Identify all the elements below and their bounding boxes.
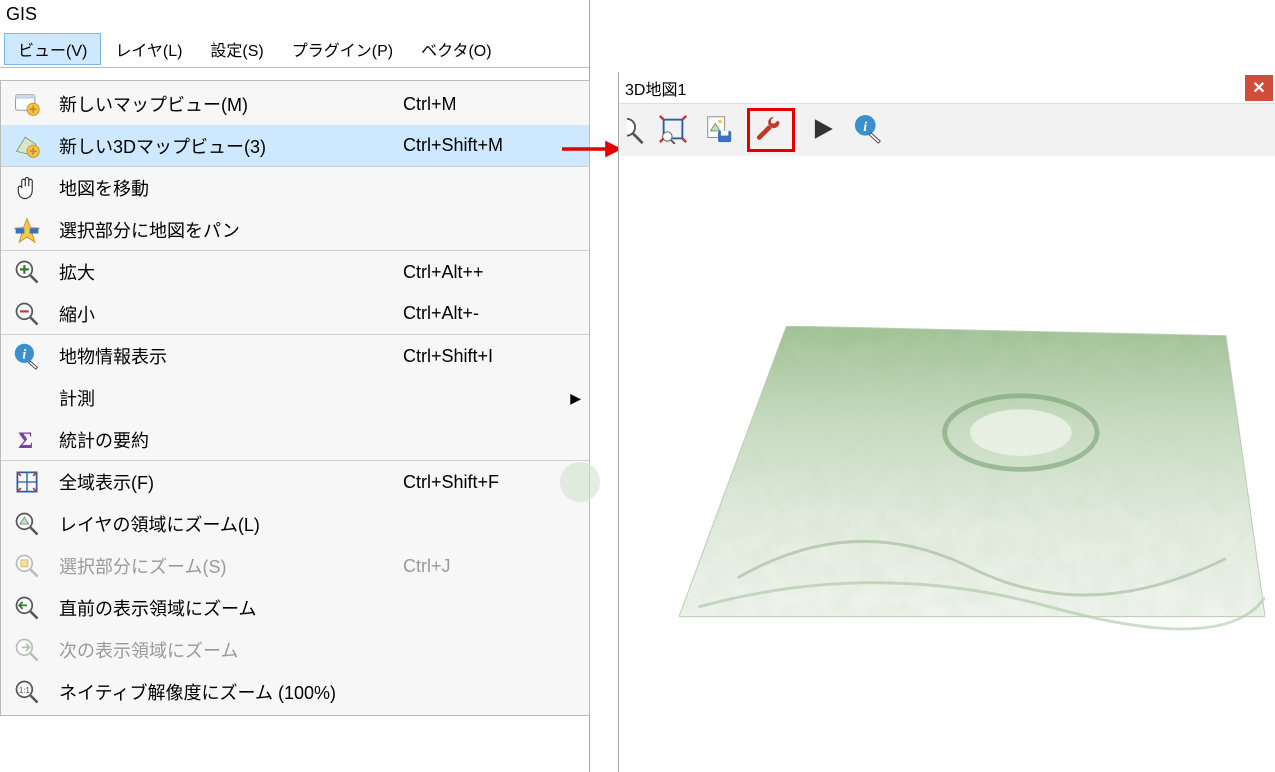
left-app-area: GIS ビュー(V) レイヤ(L) 設定(S) プラグイン(P) ベクタ(O) … — [0, 0, 590, 772]
dropdown-item: 選択部分にズーム(S)Ctrl+J — [1, 545, 589, 587]
fullscreen-icon — [658, 114, 688, 147]
dropdown-item[interactable]: 1:1 ネイティブ解像度にズーム (100%) — [1, 671, 589, 713]
dropdown-item[interactable]: 新しい3Dマップビュー(3)Ctrl+Shift+M — [1, 125, 589, 167]
zoom-native-icon: 1:1 — [9, 674, 45, 710]
dropdown-item-label: 次の表示領域にズーム — [59, 637, 403, 663]
menu-view[interactable]: ビュー(V) — [4, 33, 101, 65]
dropdown-item-shortcut: Ctrl+Shift+F — [403, 472, 563, 493]
dropdown-item-label: ネイティブ解像度にズーム (100%) — [59, 679, 403, 705]
panel-3d-header: 3D地図1 ✕ — [619, 72, 1275, 104]
dropdown-item-label: レイヤの領域にズーム(L) — [59, 511, 403, 537]
menubar: ビュー(V) レイヤ(L) 設定(S) プラグイン(P) ベクタ(O) — [0, 31, 589, 68]
zoom-tool-button[interactable] — [627, 112, 645, 148]
app-title: GIS — [0, 0, 589, 31]
svg-text:i: i — [22, 348, 26, 363]
dropdown-item-shortcut: Ctrl+J — [403, 556, 563, 577]
dropdown-item: 次の表示領域にズーム — [1, 629, 589, 671]
zoom-to-layer-icon — [9, 506, 45, 542]
submenu-arrow-icon: ▶ — [563, 390, 581, 407]
dropdown-item[interactable]: 全域表示(F)Ctrl+Shift+F — [1, 461, 589, 503]
svg-text:Σ: Σ — [18, 427, 33, 452]
dropdown-item-label: 縮小 — [59, 301, 403, 327]
panel-3d-map: 3D地図1 ✕ i — [618, 72, 1275, 772]
dropdown-item-shortcut: Ctrl+M — [403, 94, 563, 115]
identify-cursor-icon: i — [854, 114, 884, 147]
pan-icon — [9, 170, 45, 206]
new-3d-map-view-icon — [9, 128, 45, 164]
wrench-icon — [756, 114, 786, 147]
play-animation-button[interactable] — [805, 112, 841, 148]
zoom-last-icon — [9, 590, 45, 626]
identify-button[interactable]: i — [851, 112, 887, 148]
zoom-full-icon — [9, 464, 45, 500]
dropdown-item-shortcut: Ctrl+Shift+I — [403, 346, 563, 367]
pan-to-selection-icon — [9, 212, 45, 248]
dropdown-item-label: 全域表示(F) — [59, 469, 403, 495]
dropdown-item[interactable]: 縮小Ctrl+Alt+- — [1, 293, 589, 335]
terrain-3d-preview — [679, 326, 1265, 636]
panel-close-button[interactable]: ✕ — [1245, 75, 1273, 101]
blank-icon — [9, 380, 45, 416]
dropdown-item-shortcut: Ctrl+Shift+M — [403, 135, 563, 156]
sigma-icon: Σ — [9, 422, 45, 458]
dropdown-item-label: 地図を移動 — [59, 175, 403, 201]
menu-settings[interactable]: 設定(S) — [196, 33, 277, 65]
toolbar-3d: i — [619, 104, 1275, 156]
menu-plugin[interactable]: プラグイン(P) — [278, 33, 407, 65]
dropdown-item[interactable]: 地図を移動 — [1, 167, 589, 209]
dropdown-item-shortcut: Ctrl+Alt+- — [403, 303, 563, 324]
menu-layer[interactable]: レイヤ(L) — [101, 33, 196, 65]
menu-vector[interactable]: ベクタ(O) — [407, 33, 505, 65]
dropdown-item[interactable]: 拡大Ctrl+Alt++ — [1, 251, 589, 293]
zoom-in-icon — [9, 254, 45, 290]
play-icon — [810, 116, 836, 145]
dropdown-item[interactable]: i 地物情報表示Ctrl+Shift+I — [1, 335, 589, 377]
map-behind-hint — [556, 458, 616, 518]
identify-icon: i — [9, 338, 45, 374]
dropdown-item[interactable]: 選択部分に地図をパン — [1, 209, 589, 251]
save-image-button[interactable] — [701, 112, 737, 148]
dropdown-item-shortcut: Ctrl+Alt++ — [403, 262, 563, 283]
view-dropdown: 新しいマップビュー(M)Ctrl+M新しい3Dマップビュー(3)Ctrl+Shi… — [0, 80, 590, 716]
zoom-next-icon — [9, 632, 45, 668]
dropdown-item-label: 新しいマップビュー(M) — [59, 91, 403, 117]
svg-text:i: i — [863, 118, 867, 134]
dropdown-item[interactable]: 新しいマップビュー(M)Ctrl+M — [1, 83, 589, 125]
zoom-to-selection-icon — [9, 548, 45, 584]
dropdown-item-label: 選択部分にズーム(S) — [59, 553, 403, 579]
zoom-out-icon — [9, 296, 45, 332]
dropdown-item-label: 拡大 — [59, 259, 403, 285]
dropdown-item-label: 選択部分に地図をパン — [59, 217, 403, 243]
settings-button[interactable] — [747, 108, 795, 152]
dropdown-item-label: 新しい3Dマップビュー(3) — [59, 133, 403, 159]
dropdown-item-label: 計測 — [59, 385, 403, 411]
dropdown-item-label: 統計の要約 — [59, 427, 403, 453]
save-image-icon — [704, 114, 734, 147]
dropdown-item[interactable]: 計測 ▶ — [1, 377, 589, 419]
svg-text:1:1: 1:1 — [19, 686, 30, 695]
dropdown-item[interactable]: 直前の表示領域にズーム — [1, 587, 589, 629]
dropdown-item[interactable]: Σ 統計の要約 — [1, 419, 589, 461]
panel-3d-title: 3D地図1 — [625, 76, 686, 100]
new-map-view-icon — [9, 86, 45, 122]
dropdown-item-label: 直前の表示領域にズーム — [59, 595, 403, 621]
canvas-3d[interactable] — [619, 156, 1275, 772]
dropdown-item-label: 地物情報表示 — [59, 343, 403, 369]
dropdown-item[interactable]: レイヤの領域にズーム(L) — [1, 503, 589, 545]
zoom-full-button[interactable] — [655, 112, 691, 148]
